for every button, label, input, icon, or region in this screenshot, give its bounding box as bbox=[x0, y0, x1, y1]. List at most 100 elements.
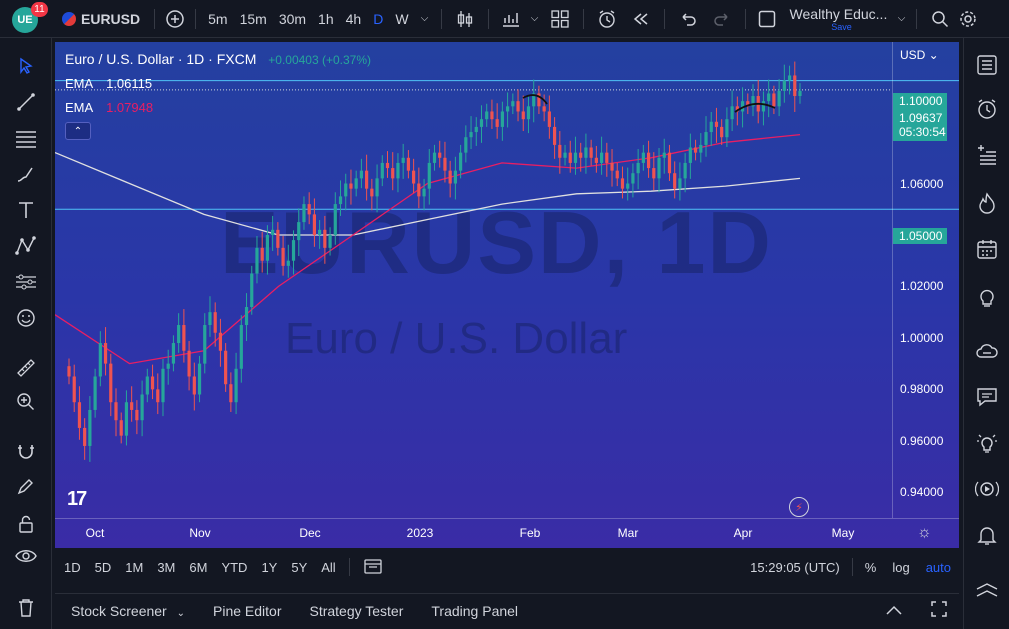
tab-stock-screener[interactable]: Stock Screener ⌄ bbox=[55, 603, 199, 619]
lock-tool[interactable] bbox=[10, 510, 42, 538]
ema-slow-line[interactable] bbox=[55, 151, 801, 236]
percent-scale-toggle[interactable]: % bbox=[857, 560, 885, 575]
cursor-tool[interactable] bbox=[10, 52, 42, 80]
candle-body bbox=[307, 204, 311, 215]
utc-clock[interactable]: 15:29:05 (UTC) bbox=[742, 560, 848, 575]
maximize-panel-button[interactable] bbox=[917, 601, 959, 620]
divider bbox=[348, 558, 350, 576]
time-tick: 2023 bbox=[406, 526, 434, 540]
candle-body bbox=[605, 152, 609, 163]
range-1m[interactable]: 1M bbox=[118, 560, 150, 575]
candle-body bbox=[464, 137, 468, 153]
chat-icon bbox=[977, 388, 997, 407]
expand-panel-button[interactable] bbox=[871, 603, 917, 619]
interval-dropdown[interactable]: ⌵ bbox=[415, 0, 435, 38]
text-tool[interactable] bbox=[10, 196, 42, 224]
ema-slow-legend[interactable]: EMA 1.06115 bbox=[65, 76, 152, 91]
symbol-search[interactable]: EURUSD bbox=[56, 0, 148, 38]
replay-button[interactable] bbox=[624, 0, 658, 38]
tips-button[interactable] bbox=[972, 428, 1002, 458]
collapse-legend-button[interactable]: ⌃ bbox=[65, 122, 91, 140]
ideas-button[interactable] bbox=[972, 282, 1002, 312]
range-6m[interactable]: 6M bbox=[182, 560, 214, 575]
range-buttons: 1D 5D 1M 3M 6M YTD 1Y 5Y All bbox=[55, 560, 343, 575]
candle-body bbox=[380, 162, 384, 179]
hotlists-button[interactable] bbox=[972, 188, 1002, 218]
fib-tool[interactable] bbox=[10, 124, 42, 152]
symbol-flag-icon bbox=[62, 11, 76, 26]
layout-dropdown[interactable]: ⌵ bbox=[894, 0, 910, 38]
interval-30m[interactable]: 30m bbox=[273, 0, 312, 38]
layout-name-button[interactable]: Wealthy Educ... Save bbox=[790, 0, 894, 38]
bell-icon bbox=[977, 527, 997, 545]
indicators-dropdown[interactable]: ⌵ bbox=[527, 0, 543, 38]
magnet-tool[interactable] bbox=[10, 438, 42, 466]
currency-selector[interactable]: USD ⌄ bbox=[900, 48, 939, 62]
candle-body bbox=[276, 229, 280, 248]
chats-button[interactable] bbox=[972, 382, 1002, 412]
indicators-button[interactable] bbox=[495, 0, 527, 38]
calendar-button[interactable] bbox=[972, 234, 1002, 264]
candle-body bbox=[636, 162, 640, 174]
playback-button[interactable] bbox=[972, 474, 1002, 504]
hide-tool[interactable] bbox=[10, 542, 42, 570]
chart-pane[interactable]: EURUSD, 1D Euro / U.S. Dollar Euro / U.S… bbox=[55, 42, 959, 548]
user-menu[interactable]: UE 11 bbox=[0, 0, 56, 38]
tab-pine-editor[interactable]: Pine Editor bbox=[199, 603, 295, 619]
price-chart[interactable] bbox=[55, 42, 959, 548]
layout-checkbox[interactable] bbox=[752, 0, 782, 38]
collapse-panel-button[interactable] bbox=[972, 576, 1002, 606]
search-button[interactable] bbox=[923, 0, 957, 38]
streams-button[interactable] bbox=[972, 336, 1002, 366]
interval-d[interactable]: D bbox=[367, 0, 389, 38]
range-1d[interactable]: 1D bbox=[57, 560, 88, 575]
candle-body bbox=[422, 188, 426, 197]
chart-settings-button[interactable]: ☼ bbox=[917, 524, 932, 542]
interval-5m[interactable]: 5m bbox=[202, 0, 233, 38]
range-5d[interactable]: 5D bbox=[88, 560, 119, 575]
undo-button[interactable] bbox=[671, 0, 705, 38]
interval-w[interactable]: W bbox=[389, 0, 414, 38]
compare-button[interactable] bbox=[161, 0, 189, 38]
measure-tool[interactable] bbox=[10, 354, 42, 382]
alerts-button[interactable] bbox=[972, 94, 1002, 124]
interval-4h[interactable]: 4h bbox=[340, 0, 368, 38]
data-window-button[interactable] bbox=[972, 140, 1002, 170]
candle-body bbox=[479, 119, 484, 127]
news-flash-button[interactable]: ⚡ bbox=[789, 497, 809, 517]
brush-icon bbox=[17, 167, 33, 182]
range-1y[interactable]: 1Y bbox=[254, 560, 284, 575]
range-all[interactable]: All bbox=[314, 560, 342, 575]
redo-button[interactable] bbox=[705, 0, 739, 38]
goto-date-button[interactable] bbox=[356, 558, 390, 577]
ema-fast-line[interactable] bbox=[55, 133, 801, 365]
prediction-tool[interactable] bbox=[10, 268, 42, 296]
watchlist-button[interactable] bbox=[972, 50, 1002, 80]
ema-fast-legend[interactable]: EMA 1.07948 bbox=[65, 100, 153, 115]
stay-drawing-tool[interactable] bbox=[10, 472, 42, 500]
pattern-tool[interactable] bbox=[10, 232, 42, 260]
auto-scale-toggle[interactable]: auto bbox=[918, 560, 959, 575]
tab-strategy-tester[interactable]: Strategy Tester bbox=[295, 603, 417, 619]
range-3m[interactable]: 3M bbox=[150, 560, 182, 575]
log-scale-toggle[interactable]: log bbox=[884, 560, 917, 575]
zoom-tool[interactable] bbox=[10, 388, 42, 416]
remove-drawings-tool[interactable] bbox=[10, 594, 42, 622]
brush-tool[interactable] bbox=[10, 160, 42, 188]
templates-button[interactable] bbox=[543, 0, 577, 38]
tab-trading-panel[interactable]: Trading Panel bbox=[417, 603, 532, 619]
tab-label: Trading Panel bbox=[431, 602, 519, 619]
range-ytd[interactable]: YTD bbox=[214, 560, 254, 575]
interval-1h[interactable]: 1h bbox=[312, 0, 340, 38]
settings-button[interactable] bbox=[957, 0, 979, 38]
chart-type-button[interactable] bbox=[448, 0, 482, 38]
trend-line-tool[interactable] bbox=[10, 88, 42, 116]
icon-tool[interactable] bbox=[10, 304, 42, 332]
notifications-button[interactable] bbox=[972, 520, 1002, 550]
time-tick: May bbox=[831, 526, 855, 540]
divider bbox=[440, 8, 442, 29]
interval-15m[interactable]: 15m bbox=[234, 0, 273, 38]
tradingview-logo: 17 bbox=[67, 488, 87, 510]
alert-button[interactable] bbox=[590, 0, 624, 38]
range-5y[interactable]: 5Y bbox=[284, 560, 314, 575]
